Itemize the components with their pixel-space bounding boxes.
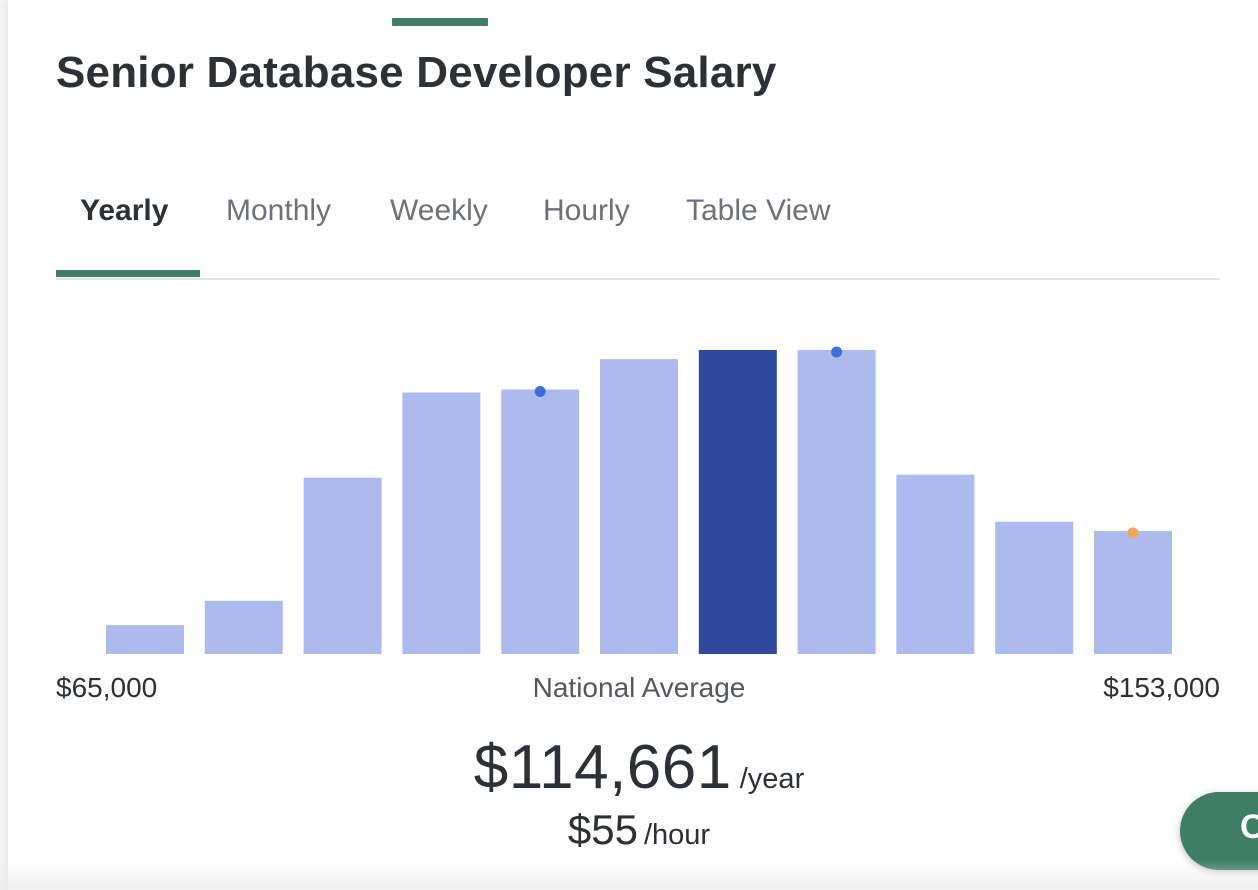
max-salary-label: $153,000 <box>1103 672 1220 703</box>
bar-5[interactable] <box>600 359 678 654</box>
yearly-average: $114,661/year <box>8 732 1258 803</box>
hourly-average-unit: /hour <box>643 819 711 851</box>
period-tabs: Yearly Monthly Weekly Hourly Table View <box>56 178 1220 280</box>
bar-1[interactable] <box>204 600 283 654</box>
tab-yearly[interactable]: Yearly <box>80 194 168 228</box>
bar-10[interactable] <box>1094 530 1172 654</box>
chat-button-label: C <box>1240 808 1258 846</box>
marker-dot-2 <box>1127 527 1139 539</box>
salary-card: Senior Database Developer Salary Yearly … <box>8 0 1258 890</box>
hourly-average-value: $55 <box>567 806 638 853</box>
tab-monthly[interactable]: Monthly <box>226 194 331 228</box>
bar-2[interactable] <box>303 477 382 654</box>
bar-8[interactable] <box>896 474 975 654</box>
tab-table-view[interactable]: Table View <box>686 194 831 228</box>
bar-0[interactable] <box>106 625 184 654</box>
bar-9[interactable] <box>995 521 1074 654</box>
marker-dot-1 <box>831 346 843 358</box>
bottom-fade <box>0 860 1258 890</box>
tab-hourly[interactable]: Hourly <box>543 194 630 228</box>
active-tab-underline <box>56 270 200 277</box>
bar-3[interactable] <box>402 392 481 654</box>
yearly-average-value: $114,661 <box>473 733 732 802</box>
hourly-average: $55/hour <box>8 806 1258 854</box>
yearly-average-unit: /year <box>739 763 805 795</box>
national-average-label: National Average <box>532 672 746 703</box>
bar-national-average[interactable] <box>698 350 777 654</box>
bar-4[interactable] <box>501 389 580 654</box>
bar-7[interactable] <box>797 350 876 654</box>
top-tab-indicator <box>392 18 488 26</box>
tab-weekly[interactable]: Weekly <box>390 194 488 228</box>
chat-button[interactable]: C <box>1180 792 1258 870</box>
salary-distribution-chart <box>106 346 1172 654</box>
page-title: Senior Database Developer Salary <box>56 48 777 97</box>
marker-dot-0 <box>534 386 546 398</box>
